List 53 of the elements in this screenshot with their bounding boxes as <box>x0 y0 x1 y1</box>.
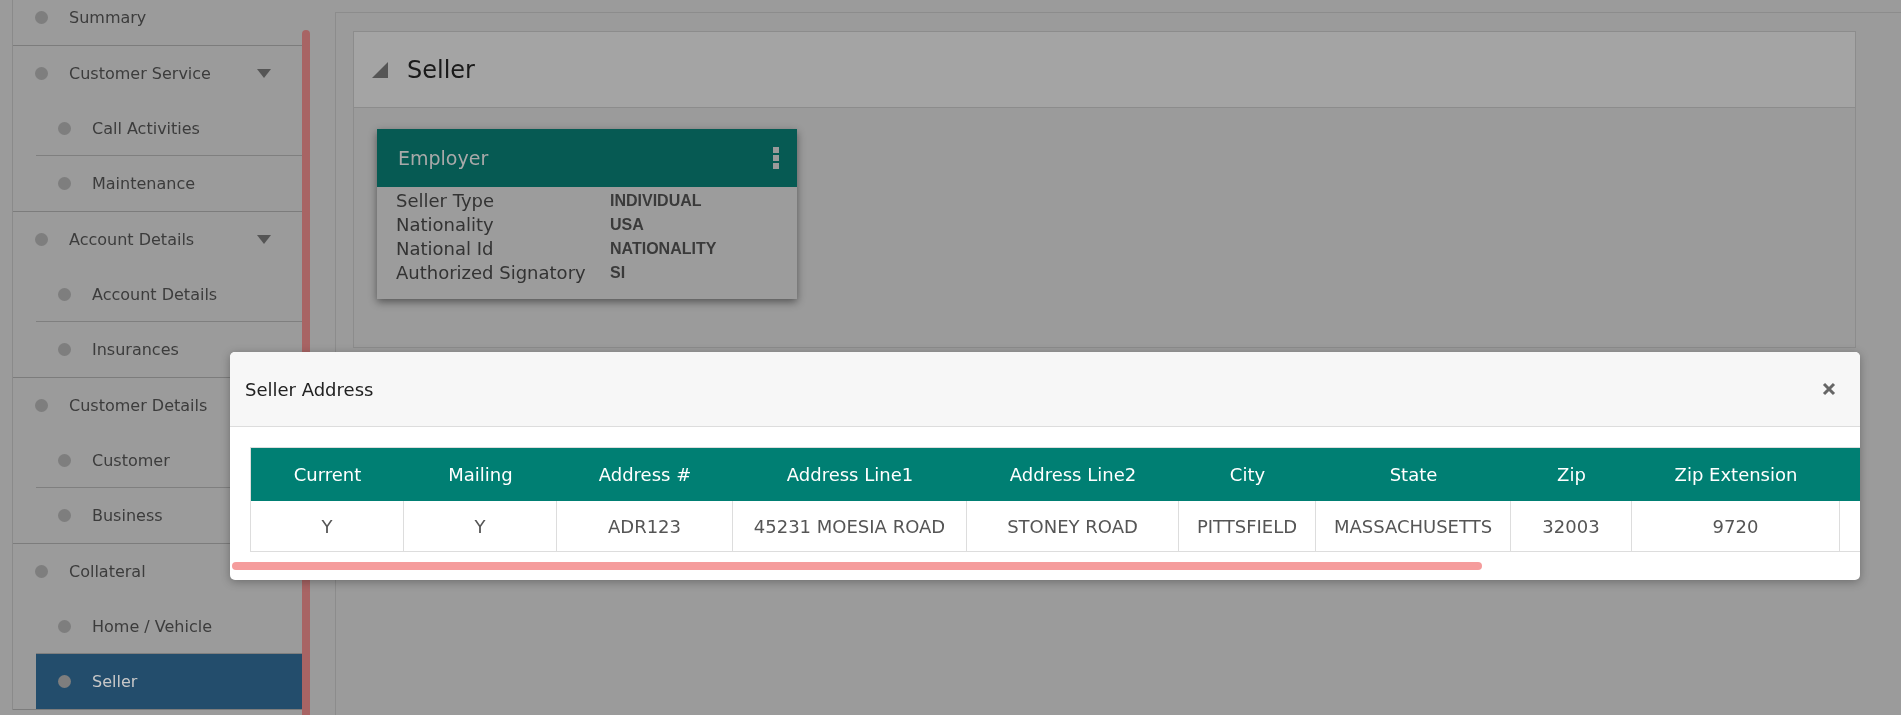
table-cell: 32003 <box>1511 501 1632 551</box>
bullet-icon <box>35 399 48 412</box>
table-cell: MASSACHUSETTS <box>1316 501 1511 551</box>
table-cell: Y <box>251 501 404 551</box>
card-title: Employer <box>398 147 489 169</box>
sidebar-item[interactable]: Summary <box>13 0 303 45</box>
field-value: USA <box>610 215 645 234</box>
collapse-icon[interactable] <box>372 61 388 78</box>
column-header: State <box>1316 448 1511 501</box>
column-header: Current <box>251 448 404 501</box>
table-cell: 9720 <box>1632 501 1840 551</box>
caret-icon[interactable] <box>257 235 271 244</box>
scrollbar-thumb[interactable] <box>232 562 1482 570</box>
column-header: Address Line2 <box>967 448 1179 501</box>
sidebar-item[interactable]: Account Details <box>13 212 303 267</box>
table-cell: PITTSFIELD <box>1179 501 1316 551</box>
field-label: Authorized Signatory <box>396 262 587 283</box>
caret-icon[interactable] <box>257 69 271 78</box>
bullet-icon <box>35 565 48 578</box>
bullet-icon <box>58 675 71 688</box>
column-header: Zip Extension <box>1632 448 1840 501</box>
more-icon[interactable] <box>773 147 779 169</box>
column-header: Zip <box>1511 448 1632 501</box>
bullet-icon <box>35 11 48 24</box>
field-value: SI <box>610 263 627 282</box>
field-value: INDIVIDUAL <box>610 191 703 210</box>
dialog-title: Seller Address <box>245 378 374 400</box>
sidebar-item[interactable]: Insurances <box>36 322 303 377</box>
bullet-icon <box>58 177 71 190</box>
table-cell: Y <box>404 501 557 551</box>
bullet-icon <box>58 453 71 467</box>
sidebar-item[interactable]: Maintenance <box>36 156 303 211</box>
bullet-icon <box>58 619 71 633</box>
bullet-icon <box>35 233 48 246</box>
sidebar-item[interactable]: Customer Service <box>13 46 303 101</box>
bullet-icon <box>58 509 71 522</box>
column-header: Mailing <box>404 448 557 501</box>
field-label: Nationality <box>396 214 495 235</box>
section-header[interactable]: Seller <box>354 32 1855 108</box>
column-header: Address # <box>557 448 733 501</box>
sidebar-item[interactable]: Seller <box>36 654 303 709</box>
field-value: NATIONALITY <box>610 239 718 258</box>
field-label: National Id <box>396 238 495 259</box>
table-cell: STONEY ROAD <box>967 501 1179 551</box>
bullet-icon <box>58 343 71 356</box>
table-cell: ADR123 <box>557 501 733 551</box>
bullet-icon <box>35 67 48 80</box>
table-cell: 45231 MOESIA ROAD <box>733 501 967 551</box>
column-header: Address Line1 <box>733 448 967 501</box>
field-label: Seller Type <box>396 190 496 211</box>
column-header: City <box>1179 448 1316 501</box>
bullet-icon <box>58 287 71 301</box>
bullet-icon <box>58 121 71 135</box>
